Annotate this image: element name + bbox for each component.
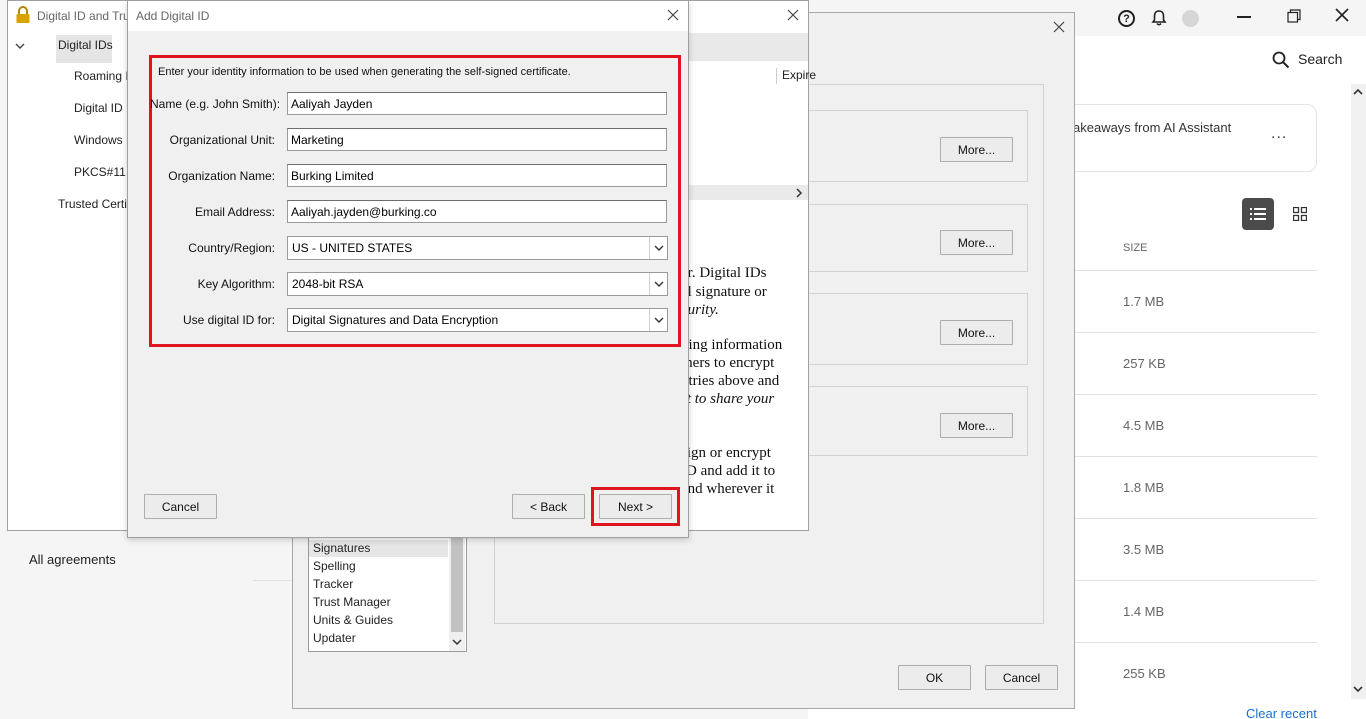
list-view-button[interactable] <box>1242 198 1274 230</box>
minimize-icon[interactable] <box>1237 16 1251 18</box>
avatar[interactable] <box>1182 10 1199 27</box>
description-text: ID and add it to <box>681 463 776 479</box>
scroll-up-icon[interactable] <box>1352 86 1364 98</box>
close-window-icon[interactable] <box>1335 8 1349 22</box>
digital-id-window-title: Digital ID and Tru <box>37 9 130 23</box>
horizontal-scrollbar[interactable] <box>688 185 808 200</box>
column-header-expires[interactable]: Expire <box>776 68 816 84</box>
key-algorithm-select[interactable]: 2048-bit RSA <box>287 272 668 296</box>
tree-expand-icon[interactable] <box>14 40 26 52</box>
file-size: 255 KB <box>1123 666 1166 681</box>
email-label: Email Address: <box>194 205 275 219</box>
left-divider <box>253 580 293 581</box>
description-text: and wherever it <box>681 481 775 497</box>
dialog-close-icon[interactable] <box>667 9 679 21</box>
row-divider <box>1075 270 1317 271</box>
tree-item-trusted-certificates[interactable]: Trusted Certifi <box>58 197 133 211</box>
chevron-down-icon <box>649 309 667 331</box>
row-divider <box>1075 456 1317 457</box>
back-button[interactable]: < Back <box>512 494 585 519</box>
list-item[interactable]: Trust Manager <box>313 595 391 609</box>
description-text: rt to share your <box>681 391 775 407</box>
tree-item-windows[interactable]: Windows D <box>74 133 135 147</box>
list-scroll-thumb[interactable] <box>451 537 463 632</box>
scrollbar[interactable] <box>1351 84 1366 699</box>
file-size: 1.4 MB <box>1123 604 1165 619</box>
row-divider <box>1075 332 1317 333</box>
digital-id-close-icon[interactable] <box>787 9 799 21</box>
scroll-down-icon[interactable] <box>1352 683 1364 695</box>
use-label: Use digital ID for: <box>182 313 275 327</box>
file-size: 1.8 MB <box>1123 480 1165 495</box>
description-text: ntries above and <box>681 373 780 389</box>
country-select[interactable]: US - UNITED STATES <box>287 236 668 260</box>
list-item[interactable]: Updater <box>313 631 356 645</box>
use-value: Digital Signatures and Data Encryption <box>292 313 499 327</box>
tree-item-digital-id-files[interactable]: Digital ID F <box>74 101 133 115</box>
list-item[interactable]: Units & Guides <box>313 613 393 627</box>
assistant-text: akeaways from AI Assistant <box>1073 120 1232 135</box>
more-button[interactable]: More... <box>940 320 1013 345</box>
email-field[interactable]: Aaliyah.jayden@burking.co <box>287 200 667 223</box>
more-options-icon[interactable]: ... <box>1271 125 1287 143</box>
all-agreements-link[interactable]: All agreements <box>29 552 116 567</box>
file-size: 4.5 MB <box>1123 418 1165 433</box>
list-item[interactable]: Spelling <box>313 559 356 573</box>
country-value: US - UNITED STATES <box>292 241 413 255</box>
name-label: Name (e.g. John Smith): <box>150 97 281 111</box>
restore-icon[interactable] <box>1287 9 1301 23</box>
scroll-right-icon[interactable] <box>794 187 804 198</box>
list-scroll-down-icon[interactable] <box>451 636 463 648</box>
next-button[interactable]: Next > <box>599 494 672 519</box>
size-column-header[interactable]: SIZE <box>1123 242 1147 254</box>
chevron-down-icon <box>649 273 667 295</box>
algorithm-value: 2048-bit RSA <box>292 277 364 291</box>
search-button[interactable]: Search <box>1298 51 1342 67</box>
organizational-unit-field[interactable]: Marketing <box>287 128 667 151</box>
use-digital-id-select[interactable]: Digital Signatures and Data Encryption <box>287 308 668 332</box>
description-text: sign or encrypt <box>681 445 771 461</box>
dialog-cancel-button[interactable]: Cancel <box>144 494 217 519</box>
more-button[interactable]: More... <box>940 137 1013 162</box>
country-label: Country/Region: <box>188 241 275 255</box>
list-item[interactable]: Signatures <box>309 540 448 557</box>
notifications-icon[interactable] <box>1150 9 1168 27</box>
intro-text: Enter your identity information to be us… <box>158 66 571 78</box>
dialog-title: Add Digital ID <box>136 9 210 23</box>
ok-button[interactable]: OK <box>898 665 971 690</box>
preferences-close-icon[interactable] <box>1053 21 1065 33</box>
tree-item-digital-ids[interactable]: Digital IDs <box>56 35 113 63</box>
unit-label: Organizational Unit: <box>169 133 275 147</box>
list-item[interactable]: Tracker <box>313 577 353 591</box>
row-divider <box>1075 518 1317 519</box>
file-size: 257 KB <box>1123 356 1166 371</box>
description-text: al signature or <box>681 284 767 300</box>
toolbar-strip <box>688 33 808 61</box>
more-button[interactable]: More... <box>940 230 1013 255</box>
grid-view-icon[interactable] <box>1292 206 1308 222</box>
row-divider <box>1075 642 1317 643</box>
search-icon[interactable] <box>1272 51 1290 69</box>
name-field[interactable]: Aaliyah Jayden <box>287 92 667 115</box>
algorithm-label: Key Algorithm: <box>197 277 275 291</box>
description-text: er. Digital IDs <box>681 265 767 281</box>
dialog-titlebar <box>128 1 688 31</box>
row-divider <box>1075 580 1317 581</box>
clear-recent-link[interactable]: Clear recent <box>1246 706 1317 719</box>
preferences-cancel-button[interactable]: Cancel <box>985 665 1058 690</box>
list-view-icon <box>1250 208 1266 220</box>
org-label: Organization Name: <box>168 169 275 183</box>
file-size: 3.5 MB <box>1123 542 1165 557</box>
description-text: thers to encrypt <box>681 355 775 371</box>
chevron-down-icon <box>649 237 667 259</box>
description-text: ying information <box>681 337 783 353</box>
organization-name-field[interactable]: Burking Limited <box>287 164 667 187</box>
row-divider <box>1075 394 1317 395</box>
file-size: 1.7 MB <box>1123 294 1165 309</box>
more-button[interactable]: More... <box>940 413 1013 438</box>
help-icon[interactable]: ? <box>1118 10 1135 27</box>
lock-icon <box>15 6 31 24</box>
